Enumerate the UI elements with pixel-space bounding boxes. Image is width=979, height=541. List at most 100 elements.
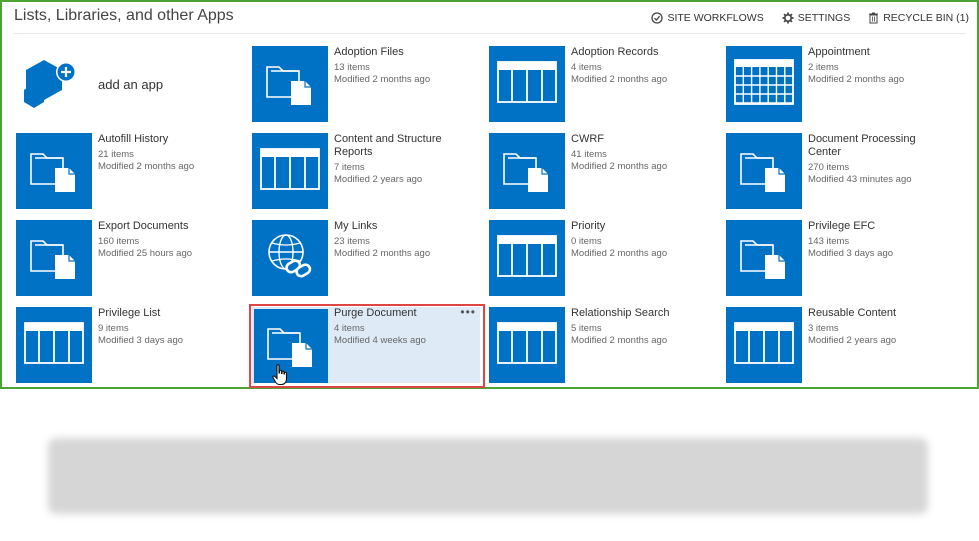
- list-icon: [497, 321, 557, 369]
- app-tile-name[interactable]: My Links: [334, 220, 474, 233]
- list-icon: [734, 321, 794, 369]
- app-tile-info: Adoption Records 4 items Modified 2 months…: [571, 46, 711, 86]
- folder-document-icon: [265, 59, 315, 110]
- app-tile[interactable]: Document Processing Center 270 items Modif…: [726, 133, 956, 211]
- app-tile-name[interactable]: Document Processing Center: [808, 133, 948, 159]
- tile-menu-ellipsis-button[interactable]: •••: [460, 305, 476, 319]
- app-tile-modified: Modified 2 years ago: [808, 335, 897, 346]
- app-tile[interactable]: Privilege EFC 143 items Modified 3 days ag…: [726, 220, 956, 298]
- app-tile-modified: Modified 4 weeks ago: [334, 335, 426, 346]
- app-tile[interactable]: Appointment 2 items Modified 2 months ago: [726, 46, 956, 124]
- app-tile[interactable]: Adoption Records 4 items Modified 2 months…: [489, 46, 719, 124]
- app-tile-thumbnail[interactable]: [489, 307, 565, 383]
- globe-link-icon: [264, 232, 316, 285]
- app-tile-info: Autofill History 21 items Modified 2 month…: [98, 133, 238, 173]
- app-tile-info: Priority 0 items Modified 2 months ago: [571, 220, 711, 260]
- app-tile-name[interactable]: Purge Document: [334, 307, 474, 320]
- app-tile-thumbnail[interactable]: [252, 133, 328, 209]
- app-tile-name[interactable]: Appointment: [808, 46, 948, 59]
- app-tile-info: Privilege List 9 items Modified 3 days ago: [98, 307, 238, 347]
- folder-document-icon: [29, 233, 79, 284]
- app-tile-thumbnail[interactable]: [254, 309, 328, 383]
- app-tile-thumbnail[interactable]: [726, 46, 802, 122]
- app-tile[interactable]: Reusable Content 3 items Modified 2 years …: [726, 307, 956, 385]
- app-tile-item-count: 41 items: [571, 149, 607, 160]
- app-tile-name[interactable]: Autofill History: [98, 133, 238, 146]
- app-tile[interactable]: Export Documents 160 items Modified 25 hou…: [16, 220, 246, 298]
- app-tile-item-count: 160 items: [98, 236, 140, 247]
- app-tile-modified: Modified 2 months ago: [571, 335, 668, 346]
- folder-document-icon: [502, 146, 552, 197]
- app-tile-modified: Modified 2 months ago: [334, 248, 431, 259]
- blurred-region: [48, 438, 928, 514]
- recycle-bin-button[interactable]: RECYCLE BIN (1): [868, 12, 969, 24]
- list-icon: [260, 147, 320, 195]
- list-icon: [497, 234, 557, 282]
- app-tile-thumbnail[interactable]: [726, 307, 802, 383]
- app-tile-item-count: 4 items: [334, 323, 365, 334]
- recycle-bin-label: RECYCLE BIN (1): [883, 12, 969, 24]
- app-tile-info: CWRF 41 items Modified 2 months ago: [571, 133, 711, 173]
- app-tile-item-count: 270 items: [808, 162, 850, 173]
- app-tile-info: Purge Document 4 items Modified 4 weeks ag…: [334, 307, 474, 347]
- app-tile-thumbnail[interactable]: [252, 46, 328, 122]
- app-tile-modified: Modified 25 hours ago: [98, 248, 193, 259]
- site-workflows-label: SITE WORKFLOWS: [667, 12, 764, 24]
- list-icon: [24, 321, 84, 369]
- app-tile[interactable]: My Links 23 items Modified 2 months ago: [252, 220, 482, 298]
- app-tile-item-count: 143 items: [808, 236, 850, 247]
- app-tile-modified: Modified 2 months ago: [808, 74, 905, 85]
- app-tile-name[interactable]: Adoption Files: [334, 46, 474, 59]
- app-tile-thumbnail[interactable]: [726, 133, 802, 209]
- app-tile[interactable]: Privilege List 9 items Modified 3 days ago: [16, 307, 246, 385]
- app-tile-info: Export Documents 160 items Modified 25 hou…: [98, 220, 238, 260]
- app-tile-item-count: 13 items: [334, 62, 370, 73]
- app-tile-modified: Modified 3 days ago: [808, 248, 894, 259]
- app-tile-name[interactable]: Priority: [571, 220, 711, 233]
- app-tile[interactable]: CWRF 41 items Modified 2 months ago: [489, 133, 719, 211]
- app-tile-item-count: 2 items: [808, 62, 839, 73]
- app-tile-item-count: 3 items: [808, 323, 839, 334]
- app-tile-name[interactable]: Privilege EFC: [808, 220, 948, 233]
- calendar-icon: [734, 58, 794, 110]
- app-tile-name[interactable]: CWRF: [571, 133, 711, 146]
- app-tile-item-count: 7 items: [334, 162, 365, 173]
- app-tile-thumbnail[interactable]: [489, 220, 565, 296]
- app-tile-info: Relationship Search 5 items Modified 2 mon…: [571, 307, 711, 347]
- app-tile[interactable]: Adoption Files 13 items Modified 2 months …: [252, 46, 482, 124]
- add-app-tile[interactable]: add an app: [24, 58, 224, 110]
- app-tile-modified: Modified 2 months ago: [571, 248, 668, 259]
- app-tile-modified: Modified 3 days ago: [98, 335, 184, 346]
- app-tile[interactable]: Relationship Search 5 items Modified 2 mon…: [489, 307, 719, 385]
- header-divider: [14, 33, 965, 34]
- folder-document-icon: [739, 233, 789, 284]
- list-icon: [497, 60, 557, 108]
- app-tile-name[interactable]: Privilege List: [98, 307, 238, 320]
- app-tile-thumbnail[interactable]: [489, 46, 565, 122]
- app-tile-thumbnail[interactable]: [16, 307, 92, 383]
- toolbar: SITE WORKFLOWS SETTINGS RECYCLE BIN (1): [651, 12, 969, 24]
- settings-button[interactable]: SETTINGS: [782, 12, 850, 24]
- app-tile-thumbnail[interactable]: [726, 220, 802, 296]
- app-tile-info: Privilege EFC 143 items Modified 3 days ag…: [808, 220, 948, 260]
- app-tile-name[interactable]: Reusable Content: [808, 307, 948, 320]
- app-tile-thumbnail[interactable]: [16, 133, 92, 209]
- app-tile-modified: Modified 43 minutes ago: [808, 174, 912, 185]
- app-tile-name[interactable]: Export Documents: [98, 220, 238, 233]
- app-tile-thumbnail[interactable]: [252, 220, 328, 296]
- app-tile-info: Reusable Content 3 items Modified 2 years …: [808, 307, 948, 347]
- app-tile-thumbnail[interactable]: [489, 133, 565, 209]
- app-tile[interactable]: Priority 0 items Modified 2 months ago: [489, 220, 719, 298]
- app-tile[interactable]: Content and Structure Reports 7 items Modi…: [252, 133, 482, 211]
- app-tile-thumbnail[interactable]: [16, 220, 92, 296]
- apps-panel: Lists, Libraries, and other Apps SITE WO…: [0, 0, 979, 389]
- app-tile-name[interactable]: Content and Structure Reports: [334, 133, 474, 159]
- app-tile-item-count: 9 items: [98, 323, 129, 334]
- app-tile-item-count: 0 items: [571, 236, 602, 247]
- app-tile-name[interactable]: Adoption Records: [571, 46, 711, 59]
- app-tile-info: Document Processing Center 270 items Modif…: [808, 133, 948, 186]
- app-tile-modified: Modified 2 months ago: [334, 74, 431, 85]
- site-workflows-button[interactable]: SITE WORKFLOWS: [651, 12, 764, 24]
- app-tile[interactable]: Autofill History 21 items Modified 2 month…: [16, 133, 246, 211]
- app-tile-name[interactable]: Relationship Search: [571, 307, 711, 320]
